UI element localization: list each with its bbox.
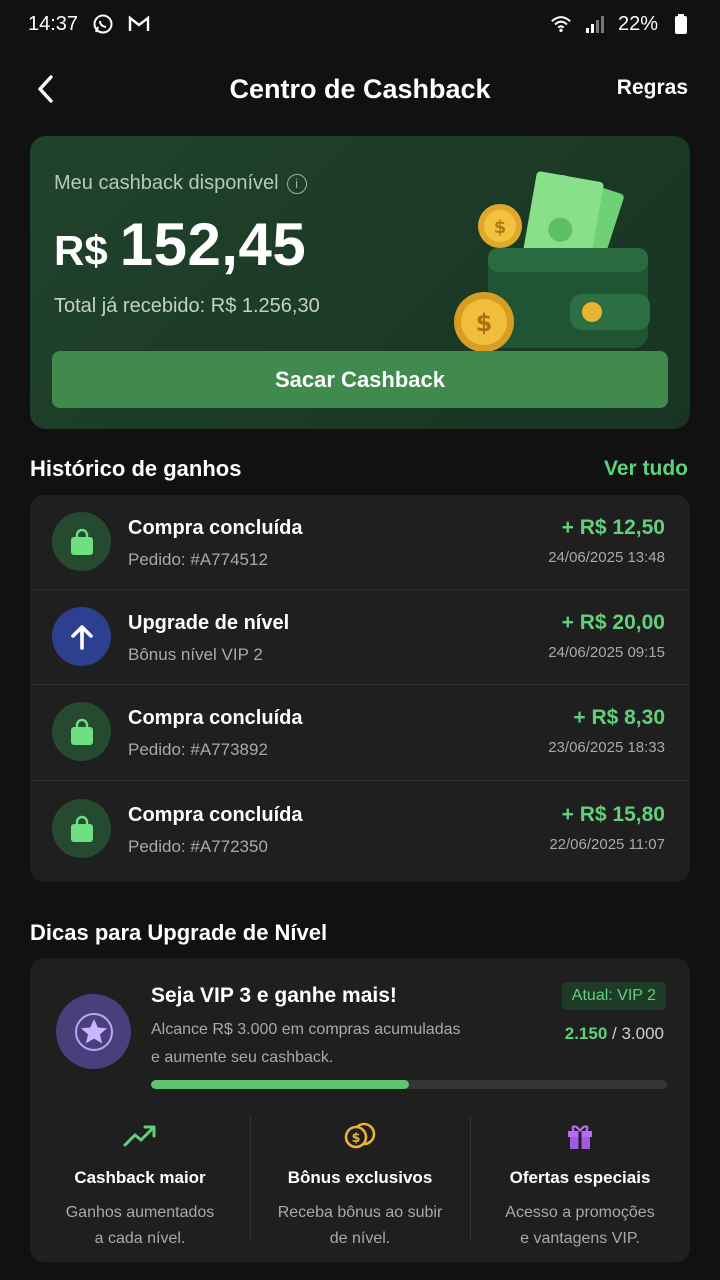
benefit-desc: Ganhos aumentados a cada nível.	[30, 1200, 250, 1252]
benefit-title: Ofertas especiais	[509, 1168, 651, 1187]
history-row[interactable]: Compra concluída Pedido: #A772350 + R$ 1…	[30, 780, 690, 875]
balance-label: Meu cashback disponível	[54, 172, 279, 194]
svg-text:$: $	[476, 309, 493, 337]
vip-tips-card: Seja VIP 3 e ganhe mais! Alcance R$ 3.00…	[30, 958, 690, 1262]
history-row-amount: + R$ 15,80	[561, 803, 665, 826]
withdraw-cashback-button[interactable]: Sacar Cashback	[52, 351, 668, 408]
history-row-sub: Pedido: #A773892	[128, 740, 268, 759]
balance-value: 152,45	[119, 211, 307, 278]
history-row-amount: + R$ 8,30	[573, 706, 665, 729]
total-received: Total já recebido: R$ 1.256,30	[54, 295, 320, 317]
signal-icon	[584, 13, 606, 35]
balance-label-row: Meu cashback disponível i	[54, 172, 307, 195]
benefits-row: Cashback maior Ganhos aumentados a cada …	[30, 1108, 690, 1248]
benefit-item: $ Bônus exclusivos Receba bônus ao subir…	[250, 1108, 470, 1248]
coins-icon: $	[250, 1116, 470, 1156]
rules-link[interactable]: Regras	[617, 76, 688, 100]
history-row-title: Compra concluída	[128, 707, 303, 729]
benefit-title: Bônus exclusivos	[287, 1168, 433, 1187]
history-row-title: Compra concluída	[128, 804, 303, 826]
history-row-date: 23/06/2025 18:33	[548, 739, 665, 756]
progress-current: 2.150	[564, 1024, 608, 1043]
app-header: Centro de Cashback Regras	[0, 60, 720, 118]
current-level-badge: Atual: VIP 2	[561, 982, 666, 1010]
history-row-amount: + R$ 20,00	[561, 611, 665, 634]
benefit-desc-line: Acesso a promoções	[505, 1204, 655, 1221]
wifi-icon	[550, 13, 572, 35]
vip-upgrade-desc-line: e aumente seu cashback.	[151, 1049, 334, 1066]
svg-text:$: $	[351, 1131, 360, 1146]
whatsapp-icon	[92, 13, 114, 35]
history-row-date: 24/06/2025 09:15	[548, 644, 665, 661]
history-row-amount: + R$ 12,50	[561, 516, 665, 539]
history-row-date: 24/06/2025 13:48	[548, 549, 665, 566]
history-list: Compra concluída Pedido: #A774512 + R$ 1…	[30, 495, 690, 882]
benefit-desc-line: Receba bônus ao subir	[277, 1204, 443, 1221]
benefit-desc-line: de nível.	[329, 1230, 391, 1247]
benefit-desc-line: Ganhos aumentados	[65, 1204, 215, 1221]
progress-text: 2.150 / 3.000	[565, 1024, 664, 1044]
wallet-money-icon: $ $	[454, 171, 650, 352]
back-button[interactable]	[28, 72, 62, 106]
history-row[interactable]: Compra concluída Pedido: #A774512 + R$ 1…	[30, 495, 690, 590]
benefit-title: Cashback maior	[74, 1168, 206, 1187]
history-row-sub: Bônus nível VIP 2	[128, 645, 263, 664]
vip-progress-fill	[151, 1080, 409, 1089]
vip-upgrade-desc-line: Alcance R$ 3.000 em compras acumuladas	[151, 1021, 461, 1038]
gmail-icon	[128, 13, 150, 35]
tips-section-title: Dicas para Upgrade de Nível	[30, 920, 328, 945]
page-title: Centro de Cashback	[229, 73, 491, 104]
status-time: 14:37	[28, 12, 79, 35]
benefit-desc: Receba bônus ao subir de nível.	[250, 1200, 470, 1252]
history-title: Histórico de ganhos	[30, 456, 242, 481]
vip-progress-bar	[151, 1080, 667, 1089]
shopping-bag-icon	[52, 799, 111, 858]
balance-currency: R$	[54, 227, 108, 274]
shopping-bag-icon	[52, 512, 111, 571]
history-row[interactable]: Compra concluída Pedido: #A773892 + R$ 8…	[30, 684, 690, 779]
history-row-sub: Pedido: #A772350	[128, 837, 268, 856]
status-bar: 14:37 22%	[0, 0, 720, 48]
info-icon[interactable]: i	[286, 173, 307, 194]
history-row-sub: Pedido: #A774512	[128, 550, 268, 569]
see-all-link[interactable]: Ver tudo	[604, 457, 688, 481]
benefit-desc: Acesso a promoções e vantagens VIP.	[470, 1200, 690, 1252]
arrow-up-icon	[52, 607, 111, 666]
cashback-balance-card: Meu cashback disponível i R$ 152,45 Tota…	[30, 136, 690, 429]
chevron-left-icon	[38, 75, 53, 103]
benefit-item: Cashback maior Ganhos aumentados a cada …	[30, 1108, 250, 1248]
vip-upgrade-title: Seja VIP 3 e ganhe mais!	[151, 984, 397, 1007]
benefit-desc-line: a cada nível.	[94, 1230, 186, 1247]
vip-upgrade-desc: Alcance R$ 3.000 em compras acumuladas e…	[151, 1016, 481, 1072]
battery-percent: 22%	[617, 12, 658, 35]
battery-icon	[670, 13, 692, 35]
shopping-bag-icon	[52, 702, 111, 761]
history-row-date: 22/06/2025 11:07	[549, 836, 665, 853]
progress-target: / 3.000	[607, 1024, 664, 1043]
history-row-title: Compra concluída	[128, 517, 303, 539]
star-badge-icon	[56, 994, 131, 1069]
benefit-desc-line: e vantagens VIP.	[520, 1230, 640, 1247]
benefit-item: Ofertas especiais Acesso a promoções e v…	[470, 1108, 690, 1248]
trending-up-icon	[30, 1116, 250, 1156]
history-row-title: Upgrade de nível	[128, 612, 290, 634]
history-row[interactable]: Upgrade de nível Bônus nível VIP 2 + R$ …	[30, 589, 690, 684]
svg-text:$: $	[494, 217, 507, 238]
balance-amount: R$ 152,45	[54, 210, 306, 279]
gift-icon	[470, 1116, 690, 1156]
